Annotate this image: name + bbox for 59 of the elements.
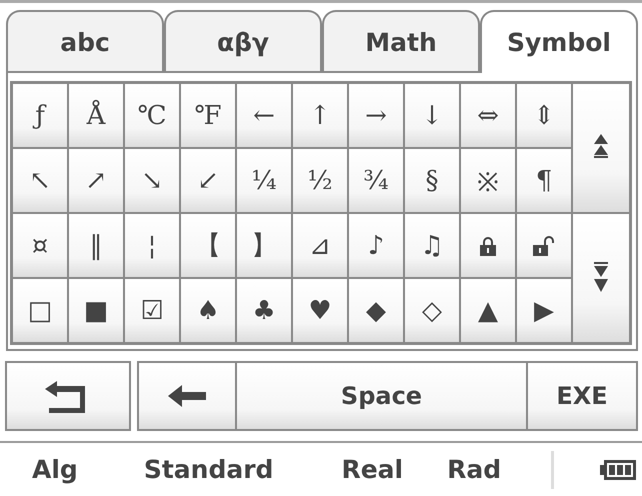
symbol-key[interactable]: ⇕ — [516, 83, 572, 148]
lock-icon — [479, 236, 497, 256]
space-button[interactable]: Space — [237, 363, 528, 429]
symbol-key[interactable]: § — [404, 148, 460, 213]
symbol-key[interactable]: ℉ — [180, 83, 236, 148]
symbol-key[interactable]: ↙ — [180, 148, 236, 213]
battery-icon — [600, 458, 636, 482]
status-text: Standard — [144, 455, 274, 484]
symbol-key[interactable]: ◇ — [404, 278, 460, 343]
symbol-key[interactable]: □ — [12, 278, 68, 343]
scroll-up-button[interactable] — [572, 83, 630, 213]
symbol-key[interactable]: → — [348, 83, 404, 148]
tab[interactable]: αβγ — [164, 10, 322, 73]
return-button[interactable] — [5, 361, 131, 431]
symbol-key[interactable]: ¦ — [124, 213, 180, 278]
symbol-key[interactable]: ¼ — [236, 148, 292, 213]
tab[interactable]: Symbol — [480, 10, 638, 73]
unlock-icon — [532, 236, 556, 256]
symbol-key[interactable]: ¶ — [516, 148, 572, 213]
tab[interactable]: Math — [322, 10, 480, 73]
symbol-key[interactable]: ‖ — [68, 213, 124, 278]
left-arrow-icon — [168, 385, 206, 407]
double-down-arrow-icon — [593, 262, 609, 292]
symbol-key[interactable] — [460, 213, 516, 278]
tab[interactable]: abc — [6, 10, 164, 73]
symbol-key[interactable]: 【 — [180, 213, 236, 278]
backspace-button[interactable] — [139, 363, 237, 429]
symbol-key[interactable]: ↘ — [124, 148, 180, 213]
symbol-key[interactable]: ♣ — [236, 278, 292, 343]
symbol-key[interactable]: ↖ — [12, 148, 68, 213]
symbol-key[interactable]: ☑ — [124, 278, 180, 343]
symbol-key[interactable]: ↗ — [68, 148, 124, 213]
symbol-key[interactable]: ※ — [460, 148, 516, 213]
double-up-arrow-icon — [593, 134, 609, 158]
symbol-key[interactable]: ¾ — [348, 148, 404, 213]
scroll-down-button[interactable] — [572, 213, 630, 343]
symbol-key[interactable]: ¤ — [12, 213, 68, 278]
symbol-key[interactable]: ♪ — [348, 213, 404, 278]
status-text: Real — [341, 455, 404, 484]
symbol-key[interactable]: ⊿ — [292, 213, 348, 278]
symbol-key[interactable]: 】 — [236, 213, 292, 278]
status-text: Alg — [32, 455, 78, 484]
symbol-key[interactable]: ↑ — [292, 83, 348, 148]
symbol-key[interactable]: ▶ — [516, 278, 572, 343]
symbol-key[interactable] — [516, 213, 572, 278]
symbol-key[interactable]: ½ — [292, 148, 348, 213]
symbol-key[interactable]: ♠ — [180, 278, 236, 343]
symbol-key[interactable]: ■ — [68, 278, 124, 343]
symbol-key[interactable]: ƒ — [12, 83, 68, 148]
symbol-key[interactable]: ℃ — [124, 83, 180, 148]
symbol-key[interactable]: ↓ — [404, 83, 460, 148]
symbol-key[interactable]: ◆ — [348, 278, 404, 343]
symbol-key[interactable]: ⇔ — [460, 83, 516, 148]
symbol-key[interactable]: Å — [68, 83, 124, 148]
symbol-key[interactable]: ▲ — [460, 278, 516, 343]
symbol-key[interactable]: ♫ — [404, 213, 460, 278]
status-text: Rad — [447, 455, 502, 484]
symbol-key[interactable]: ♥ — [292, 278, 348, 343]
symbol-key[interactable]: ← — [236, 83, 292, 148]
